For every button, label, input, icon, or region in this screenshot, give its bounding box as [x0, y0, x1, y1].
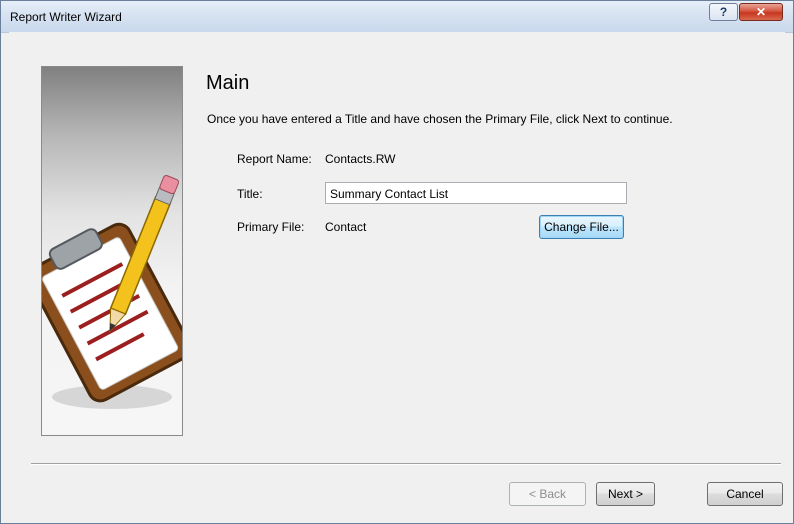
report-name-label: Report Name: [237, 152, 312, 166]
clipboard-pencil-icon [42, 175, 182, 409]
change-file-button[interactable]: Change File... [539, 215, 624, 239]
help-button[interactable]: ? [709, 3, 738, 21]
page-heading: Main [206, 72, 250, 94]
title-bar[interactable]: Report Writer Wizard ? ✕ [1, 1, 793, 33]
primary-file-label: Primary File: [237, 220, 305, 234]
close-button[interactable]: ✕ [739, 3, 783, 21]
next-button[interactable]: Next > [596, 482, 655, 506]
title-input[interactable]: Summary Contact List [325, 182, 627, 204]
window-title: Report Writer Wizard [10, 10, 122, 24]
primary-file-value: Contact [325, 220, 367, 234]
title-label: Title: [237, 187, 263, 201]
side-image-panel [41, 66, 183, 436]
back-button[interactable]: < Back [509, 482, 586, 506]
footer-separator [31, 463, 781, 465]
report-writer-wizard-window: Report Writer Wizard ? ✕ Main Once you h… [0, 0, 794, 524]
report-name-value: Contacts.RW [325, 152, 396, 166]
wizard-body: Main Once you have entered a Title and h… [9, 32, 785, 516]
instruction-text: Once you have entered a Title and have c… [207, 112, 673, 126]
cancel-button[interactable]: Cancel [707, 482, 783, 506]
